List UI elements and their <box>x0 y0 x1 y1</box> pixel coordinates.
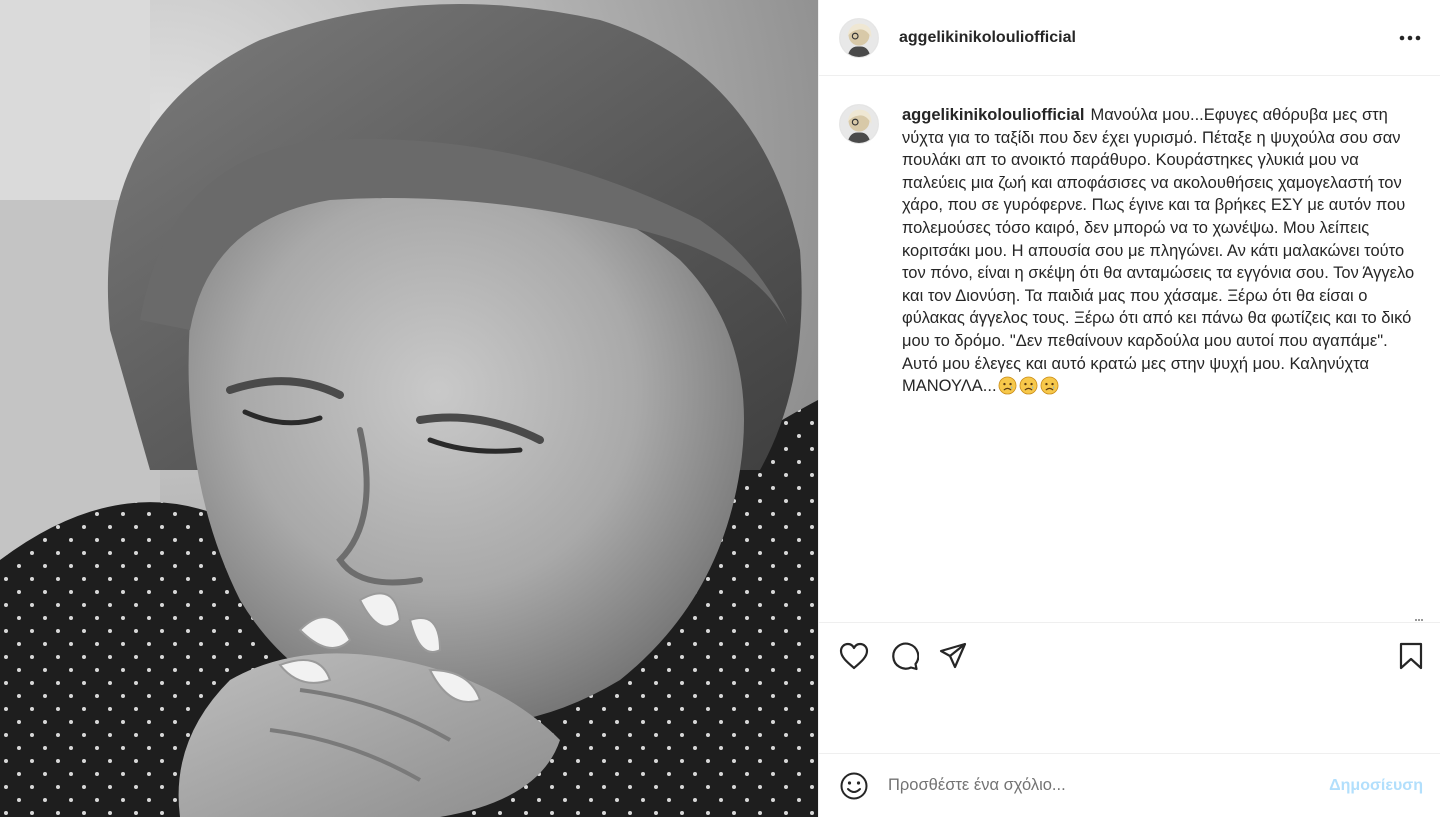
sad-face-emoji <box>1019 376 1037 395</box>
more-options-icon[interactable] <box>1397 26 1423 50</box>
bookmark-icon[interactable] <box>1395 640 1427 672</box>
sad-face-emoji <box>1040 376 1058 395</box>
comment-icon[interactable] <box>888 640 920 672</box>
caption-avatar[interactable] <box>839 104 879 144</box>
post-image <box>0 0 818 817</box>
avatar[interactable] <box>839 17 879 58</box>
caption-text-block: aggelikinikolouliofficial Μανούλα μου...Ε… <box>902 104 1427 398</box>
post-author-username[interactable]: aggelikinikolouliofficial <box>899 29 1076 47</box>
post-photo[interactable] <box>0 0 818 817</box>
share-icon[interactable] <box>937 640 969 672</box>
post-comment-button[interactable]: Δημοσίευση <box>1329 777 1423 795</box>
sad-face-emoji <box>998 376 1016 395</box>
action-bar <box>819 622 1440 688</box>
caption-body: Μανούλα μου...Εφυγες αθόρυβα μες στη νύχ… <box>902 106 1415 396</box>
caption-comment: aggelikinikolouliofficial Μανούλα μου...Ε… <box>839 104 1429 398</box>
caption-area: aggelikinikolouliofficial Μανούλα μου...Ε… <box>819 76 1440 622</box>
heart-icon[interactable] <box>838 640 870 672</box>
emoji-icon[interactable] <box>838 770 870 802</box>
caption-emojis <box>997 376 1060 395</box>
comment-input[interactable] <box>888 769 1308 802</box>
caption-username[interactable]: aggelikinikolouliofficial <box>902 106 1084 124</box>
post-details-panel: aggelikinikolouliofficial aggelikinikolo… <box>818 0 1440 817</box>
comment-bar: Δημοσίευση <box>819 753 1440 817</box>
post-header: aggelikinikolouliofficial <box>819 0 1440 76</box>
